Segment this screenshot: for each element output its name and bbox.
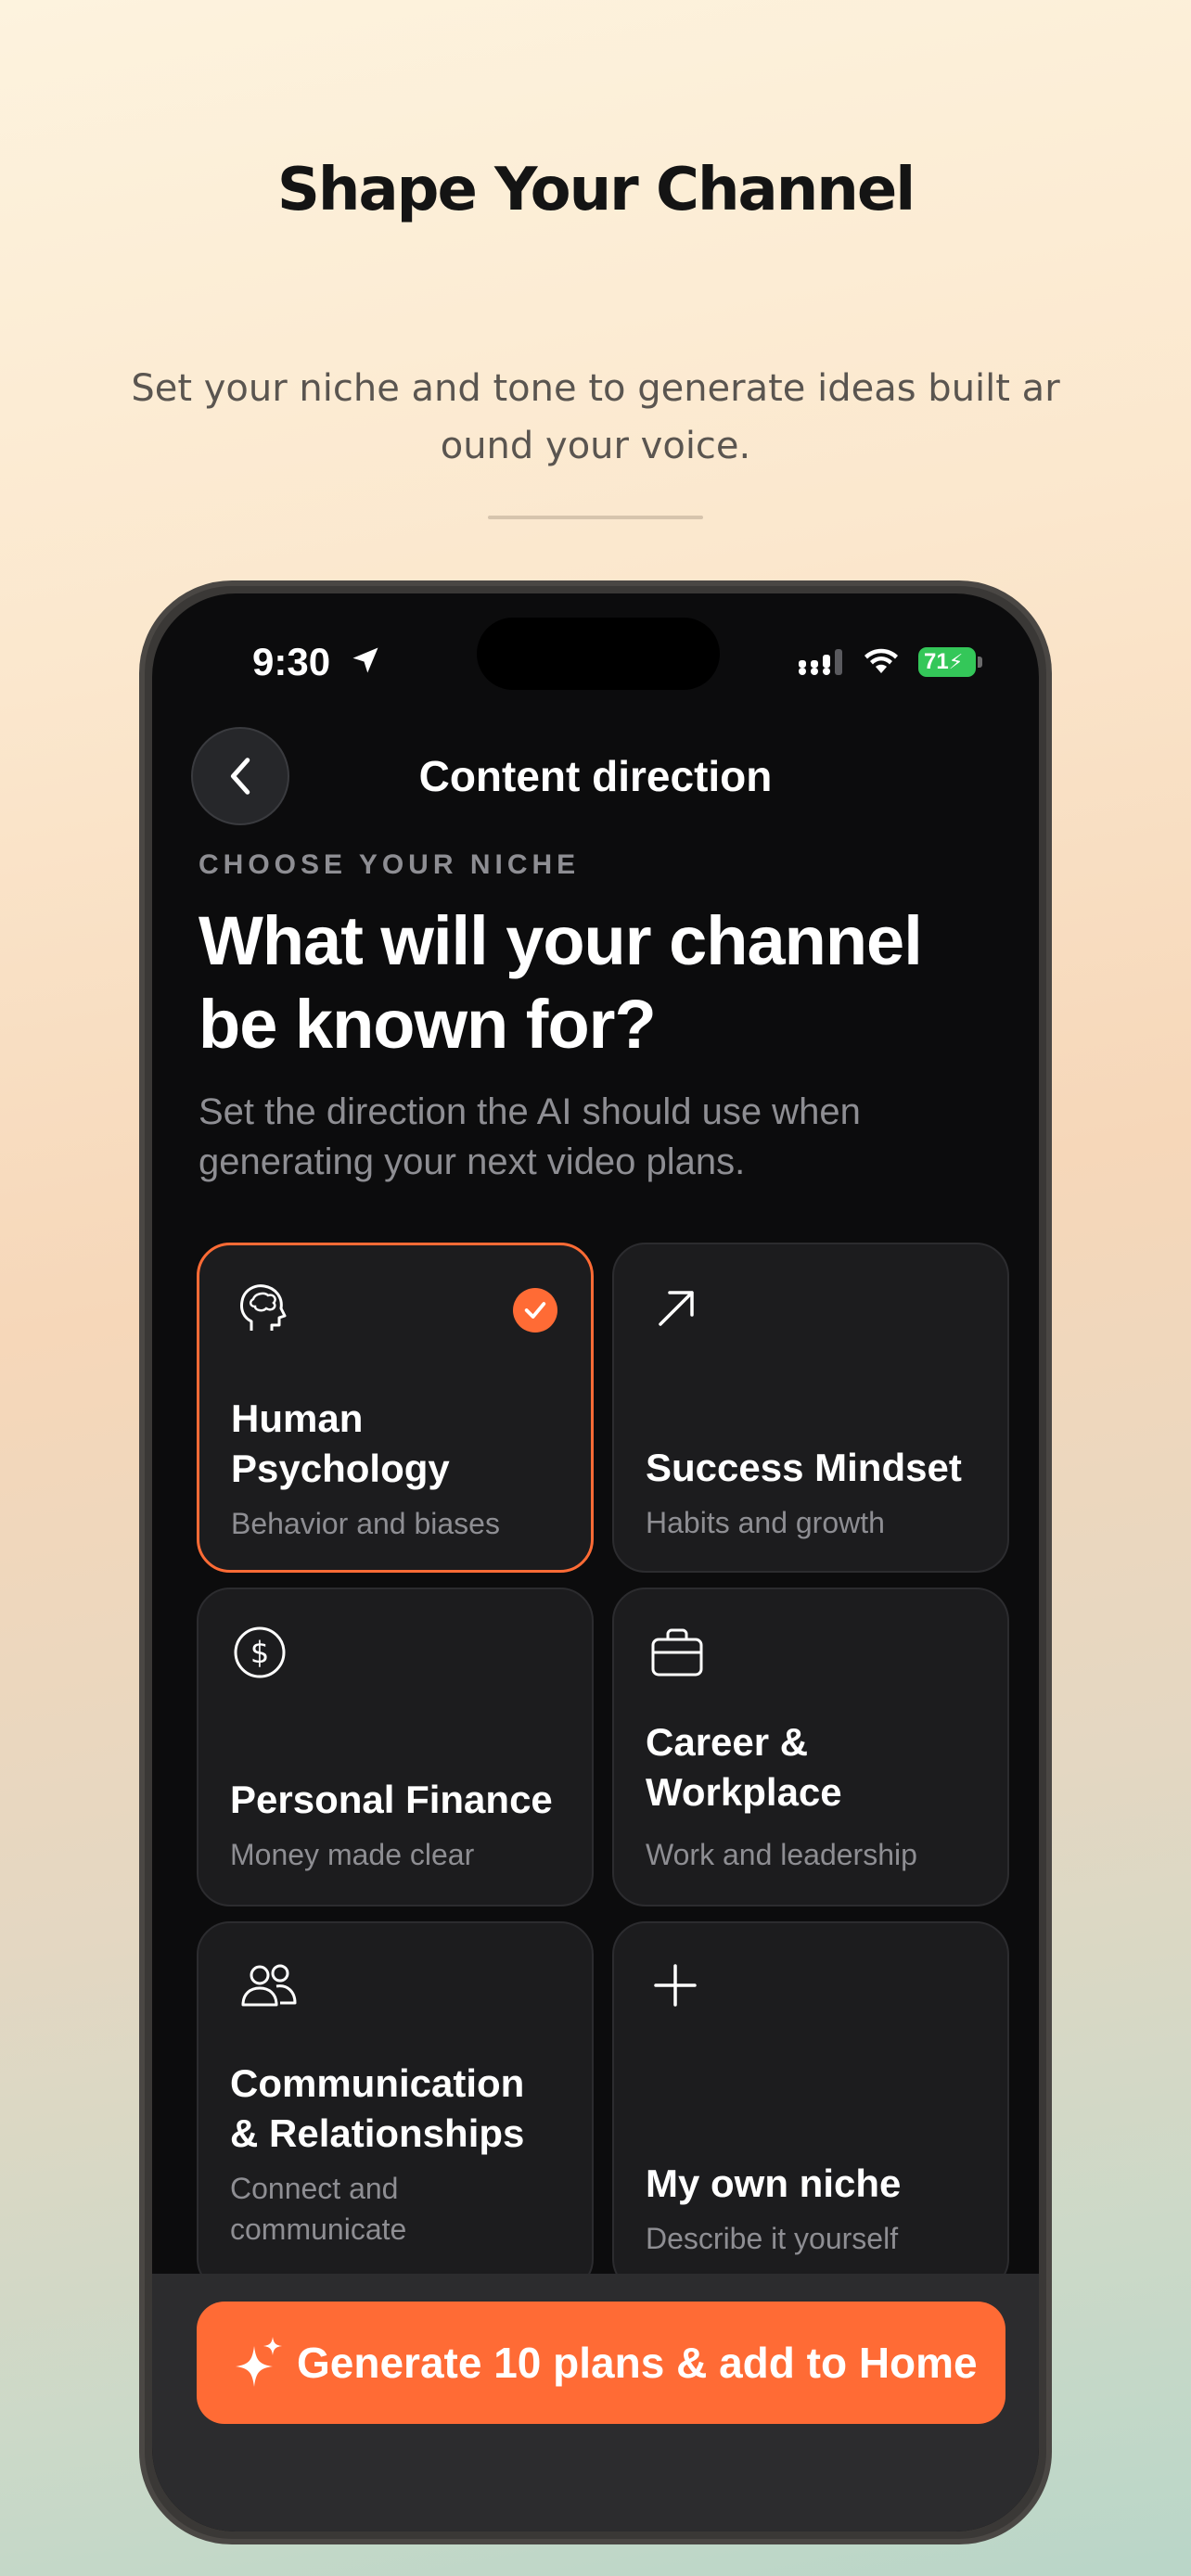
niche-card-success-mindset[interactable]: Success Mindset Habits and growth xyxy=(612,1243,1009,1573)
niche-card-career-workplace[interactable]: Career & Workplace Work and leadership xyxy=(612,1588,1009,1906)
charging-bolt-icon: ⚡ xyxy=(948,650,964,673)
niche-title: Human Psychology xyxy=(231,1396,450,1490)
battery-level: 71 xyxy=(924,649,949,674)
niche-card-human-psychology[interactable]: Human Psychology Behavior and biases xyxy=(197,1243,594,1573)
niche-card-communication-relationships[interactable]: Communication & Relationships Connect an… xyxy=(197,1921,594,2292)
status-bar: 9:30 71⚡ xyxy=(152,593,1039,690)
section-eyebrow: CHOOSE YOUR NICHE xyxy=(198,849,581,880)
wifi-icon xyxy=(864,648,898,673)
niche-subtitle: Work and leadership xyxy=(646,1838,917,1871)
niche-card-personal-finance[interactable]: $ Personal Finance Money made clear xyxy=(197,1588,594,1906)
niche-subtitle: Describe it yourself xyxy=(646,2222,899,2255)
dynamic-island xyxy=(477,618,720,690)
selected-check-badge xyxy=(513,1288,557,1333)
niche-subtitle: Connect and communicate xyxy=(230,2172,407,2246)
briefcase-icon xyxy=(651,1628,703,1677)
svg-text:$: $ xyxy=(250,1635,269,1670)
niche-subtitle: Habits and growth xyxy=(646,1506,885,1539)
bottom-action-bar: Generate 10 plans & add to Home xyxy=(152,2274,1039,2531)
page-heading: What will your channel be known for? xyxy=(198,902,923,1063)
niche-subtitle: Money made clear xyxy=(230,1838,475,1871)
location-arrow-icon xyxy=(352,647,378,673)
dollar-icon: $ xyxy=(234,1626,286,1678)
niche-title: My own niche xyxy=(646,2162,902,2205)
niche-subtitle: Behavior and biases xyxy=(231,1507,500,1540)
battery-indicator: 71⚡ xyxy=(918,647,983,677)
page-description: Set the direction the AI should use when… xyxy=(198,1091,861,1182)
plus-icon xyxy=(654,1964,697,2007)
checkmark-icon xyxy=(524,1302,546,1319)
niche-title: Success Mindset xyxy=(646,1446,962,1489)
niche-title: Communication & Relationships xyxy=(230,2061,525,2155)
niche-title: Personal Finance xyxy=(230,1778,553,1821)
promo-title: Shape Your Channel xyxy=(276,156,916,224)
phone-frame: 9:30 71⚡ Content direction CHOOSE YOUR N… xyxy=(139,580,1052,2544)
promo-divider xyxy=(488,516,703,519)
status-time: 9:30 xyxy=(252,640,331,683)
generate-plans-button[interactable]: Generate 10 plans & add to Home xyxy=(197,2302,1005,2424)
people-icon xyxy=(241,1964,297,2007)
niche-card-my-own-niche[interactable]: My own niche Describe it yourself xyxy=(612,1921,1009,2292)
generate-button-label: Generate 10 plans & add to Home xyxy=(297,2339,978,2387)
sparkle-icon xyxy=(236,2337,282,2387)
nav-title: Content direction xyxy=(418,752,773,800)
cellular-signal-icon xyxy=(799,649,842,675)
niche-title: Career & Workplace xyxy=(646,1720,842,1814)
phone-screen: 9:30 71⚡ Content direction CHOOSE YOUR N… xyxy=(152,593,1039,2531)
arrow-up-right-icon xyxy=(659,1291,694,1326)
brain-icon xyxy=(240,1284,287,1331)
promo-subtitle: Set your niche and tone to generate idea… xyxy=(131,367,1060,467)
